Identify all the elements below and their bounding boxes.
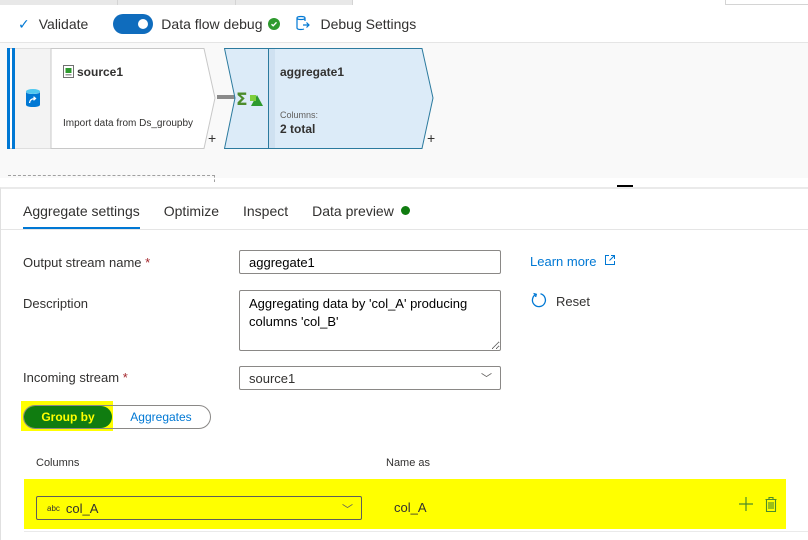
chevron-down-icon: ﹀	[342, 504, 353, 516]
validate-button[interactable]: ✓ Validate	[18, 16, 88, 33]
aggregate-node[interactable]: Σ aggregate1 Columns: 2 total +	[224, 48, 435, 149]
debug-settings-button[interactable]: Debug Settings	[280, 15, 416, 34]
name-as-value[interactable]: col_A	[394, 500, 427, 515]
add-after-source-icon[interactable]: +	[208, 130, 216, 146]
reset-icon	[531, 292, 547, 311]
status-dot-icon	[400, 206, 410, 215]
properties-pane: Aggregate settings Optimize Inspect Data…	[0, 187, 808, 540]
data-flow-debug-control: Data flow debug	[109, 14, 281, 34]
aggregate-node-title: aggregate1	[280, 65, 345, 79]
toolbar: ✓ Validate Data flow debug Debug Setting…	[0, 6, 808, 43]
reset-label: Reset	[556, 294, 590, 309]
tab-inspect[interactable]: Inspect	[243, 203, 288, 229]
name-as-header: Name as	[386, 457, 431, 469]
window-tab[interactable]	[0, 0, 118, 5]
description-label: Description	[23, 296, 89, 311]
add-row-icon[interactable]	[738, 496, 754, 517]
tabs-divider	[1, 229, 808, 230]
required-marker: *	[145, 255, 151, 270]
checkmark-icon: ✓	[18, 15, 30, 32]
columns-header: Columns	[36, 457, 80, 469]
source-node-description: Import data from Ds_groupby	[63, 118, 194, 129]
reset-button[interactable]: Reset	[531, 292, 590, 311]
incoming-stream-label: Incoming stream *	[23, 370, 128, 385]
delete-row-icon[interactable]	[764, 496, 778, 518]
validate-label: Validate	[38, 16, 89, 32]
tab-label: Aggregate settings	[23, 203, 140, 219]
column-select-value: col_A	[65, 500, 99, 516]
source-node-title: source1	[77, 65, 124, 79]
tab-aggregate-settings[interactable]: Aggregate settings	[23, 203, 140, 229]
tab-optimize[interactable]: Optimize	[164, 203, 219, 229]
source-dataset-icon	[25, 88, 41, 113]
window-tab[interactable]	[725, 0, 808, 5]
csv-file-icon	[63, 65, 74, 83]
aggregate-columns-label: Columns:	[280, 110, 319, 120]
description-textarea[interactable]: Aggregating data by 'col_A' producing co…	[239, 290, 501, 351]
row-divider	[24, 531, 808, 532]
source-node[interactable]: source1 Import data from Ds_groupby +	[7, 48, 216, 149]
tab-label: Data preview	[312, 203, 394, 219]
learn-more-text: Learn more	[530, 254, 597, 269]
incoming-stream-value: source1	[249, 371, 296, 386]
data-flow-debug-label: Data flow debug	[161, 16, 263, 32]
output-stream-name-input[interactable]	[239, 250, 501, 274]
stream-placeholder	[8, 175, 215, 182]
output-stream-name-text: Output stream name	[23, 255, 142, 270]
data-flow-canvas[interactable]: source1 Import data from Ds_groupby + Σ …	[0, 43, 808, 182]
tab-label: Optimize	[163, 203, 219, 219]
window-tab[interactable]	[236, 0, 353, 5]
output-stream-name-label: Output stream name *	[23, 255, 150, 270]
aggregate-transform-icon: Σ	[236, 90, 264, 113]
external-link-icon	[604, 254, 616, 269]
learn-more-link[interactable]: Learn more	[530, 254, 616, 269]
window-tab[interactable]	[118, 0, 236, 5]
aggregate-columns-value: 2 total	[280, 122, 316, 136]
incoming-stream-text: Incoming stream	[23, 370, 120, 385]
debug-settings-label: Debug Settings	[320, 16, 417, 32]
column-select[interactable]: abc col_A ﹀	[36, 496, 362, 520]
success-check-icon	[268, 18, 281, 30]
data-flow-debug-toggle[interactable]	[113, 14, 154, 34]
svg-text:Σ: Σ	[236, 90, 248, 108]
add-after-aggregate-icon[interactable]: +	[427, 130, 435, 146]
string-type-badge: abc	[47, 503, 60, 513]
required-marker: *	[122, 370, 128, 385]
settings-tabs: Aggregate settings Optimize Inspect Data…	[23, 203, 434, 229]
tab-data-preview[interactable]: Data preview	[312, 203, 410, 229]
aggregates-option[interactable]: Aggregates	[112, 406, 210, 428]
debug-settings-icon	[294, 15, 311, 34]
chevron-down-icon: ﹀	[481, 373, 492, 385]
group-by-aggregates-switch: Group by Aggregates	[23, 405, 211, 429]
tab-label: Inspect	[242, 203, 289, 219]
incoming-stream-select[interactable]: source1 ﹀	[239, 366, 501, 390]
group-by-option[interactable]: Group by	[24, 406, 112, 428]
